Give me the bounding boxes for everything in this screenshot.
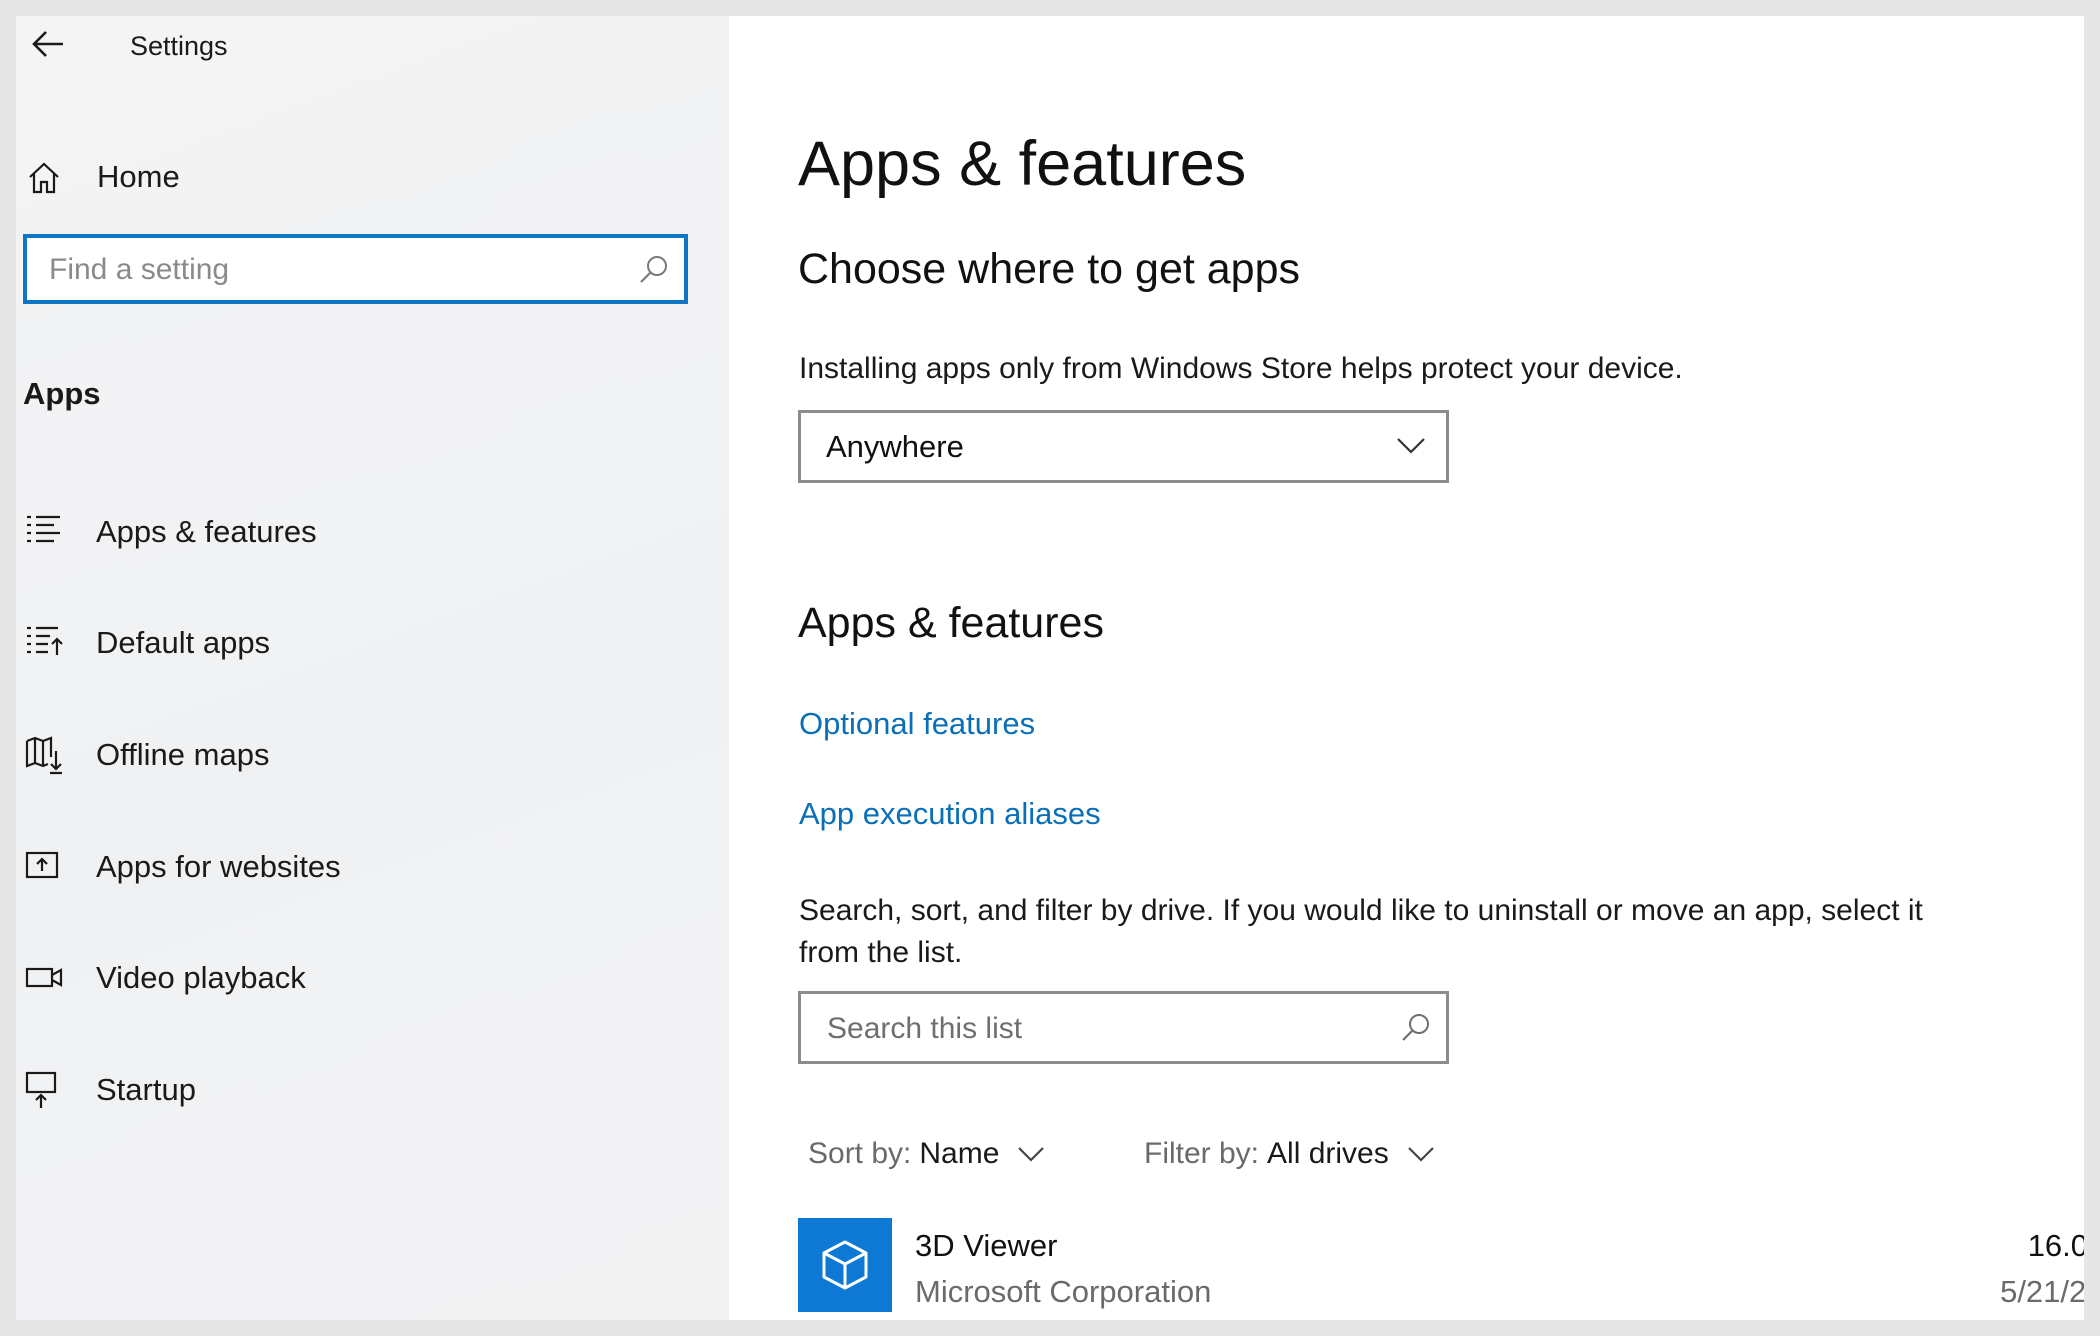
home-icon — [29, 162, 59, 194]
search-icon[interactable] — [1400, 1012, 1432, 1044]
startup-icon — [25, 1071, 57, 1108]
app-size: 16.0 KB — [2027, 1228, 2084, 1263]
chevron-down-icon — [1407, 1147, 1434, 1162]
sidebar-item-video-playback[interactable]: Video playback — [16, 942, 729, 1012]
back-button[interactable] — [26, 22, 70, 66]
optional-features-link[interactable]: Optional features — [799, 706, 1035, 742]
window-title: Settings — [130, 31, 228, 61]
app-source-value: Anywhere — [826, 429, 964, 464]
sidebar-item-label: Apps & features — [96, 514, 317, 549]
app-publisher: Microsoft Corporation — [915, 1274, 1212, 1309]
app-install-date: 5/21/2020 — [2000, 1274, 2084, 1309]
back-arrow-icon — [32, 31, 63, 57]
sort-dropdown[interactable]: Sort by: Name — [808, 1134, 1045, 1174]
app-tile — [798, 1218, 892, 1312]
filter-dropdown[interactable]: Filter by: All drives — [1144, 1134, 1435, 1174]
sidebar: Settings Home Apps Apps & features — [16, 16, 729, 1320]
sidebar-item-label: Startup — [96, 1072, 196, 1107]
sidebar-section-label: Apps — [23, 376, 101, 411]
search-icon[interactable] — [638, 254, 670, 286]
filter-label: Filter by: — [1144, 1137, 1260, 1170]
app-list-item[interactable]: 3D Viewer Microsoft Corporation 16.0 KB … — [798, 1216, 2084, 1320]
sidebar-item-label: Default apps — [96, 625, 271, 660]
sidebar-item-apps-for-websites[interactable]: Apps for websites — [16, 831, 729, 901]
video-icon — [25, 967, 63, 988]
apps-features-heading: Apps & features — [798, 599, 1104, 647]
sidebar-item-startup[interactable]: Startup — [16, 1054, 729, 1124]
sidebar-item-offline-maps[interactable]: Offline maps — [16, 719, 729, 789]
sidebar-item-home[interactable]: Home — [16, 146, 729, 210]
sidebar-item-label: Offline maps — [96, 737, 270, 772]
sidebar-item-label: Home — [97, 159, 180, 194]
cube-icon — [822, 1240, 868, 1290]
filter-value: All drives — [1267, 1137, 1389, 1170]
chevron-down-icon — [1397, 438, 1425, 454]
app-list-search-input[interactable] — [825, 994, 1369, 1063]
install-description: Installing apps only from Windows Store … — [799, 352, 1683, 385]
chevron-down-icon — [1018, 1147, 1045, 1162]
list-description: Search, sort, and filter by drive. If yo… — [799, 894, 1923, 969]
choose-apps-heading: Choose where to get apps — [798, 245, 1300, 293]
sidebar-item-apps-features[interactable]: Apps & features — [16, 496, 729, 566]
sidebar-item-label: Apps for websites — [96, 849, 341, 884]
open-link-icon — [25, 851, 59, 879]
app-list-search-box[interactable] — [798, 991, 1449, 1064]
default-apps-icon — [27, 626, 63, 655]
settings-search-input[interactable] — [47, 238, 611, 302]
app-execution-aliases-link[interactable]: App execution aliases — [799, 796, 1101, 832]
list-icon — [27, 515, 60, 543]
map-icon — [25, 736, 62, 775]
settings-search-box[interactable] — [23, 234, 688, 304]
sidebar-item-label: Video playback — [96, 960, 306, 995]
app-source-dropdown[interactable]: Anywhere — [798, 410, 1449, 483]
sort-value: Name — [919, 1137, 1000, 1170]
main-content: Apps & features Choose where to get apps… — [729, 16, 2084, 1320]
sidebar-item-default-apps[interactable]: Default apps — [16, 607, 729, 677]
page-title: Apps & features — [798, 129, 1247, 199]
sort-label: Sort by: — [808, 1137, 912, 1170]
settings-window: Settings Home Apps Apps & features — [16, 16, 2084, 1320]
app-name: 3D Viewer — [915, 1228, 1058, 1263]
